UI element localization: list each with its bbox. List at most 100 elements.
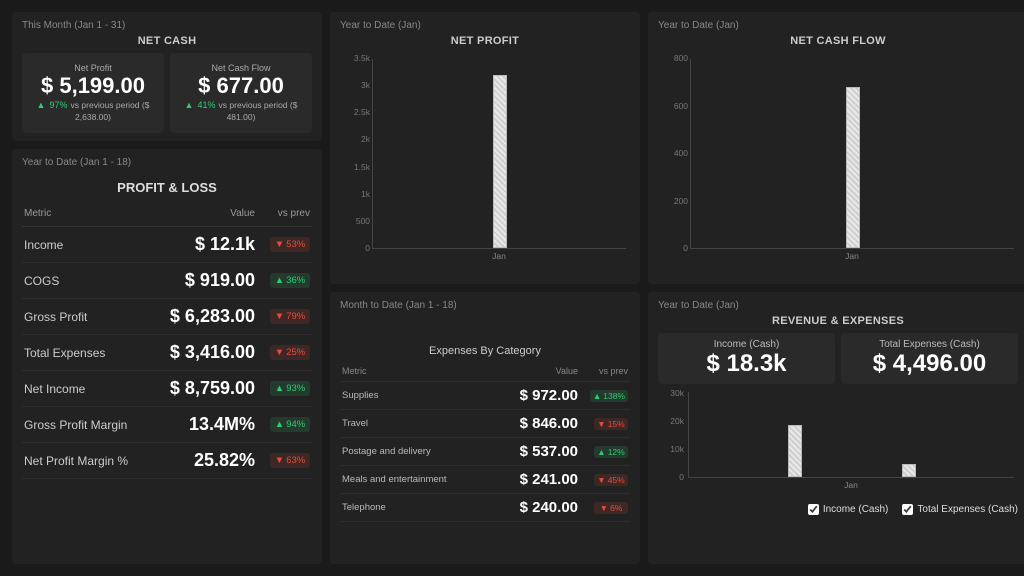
exp-value: $ 240.00 xyxy=(488,499,578,516)
y-tick-label: 0 xyxy=(658,472,684,482)
revexp-title: REVENUE & EXPENSES xyxy=(658,315,1018,327)
legend-expenses[interactable]: Total Expenses (Cash) xyxy=(902,504,1018,515)
pl-period: Year to Date (Jan 1 - 18) xyxy=(22,157,312,168)
expenses-panel: Month to Date (Jan 1 - 18) Expenses By C… xyxy=(330,292,640,564)
y-tick-label: 800 xyxy=(658,53,688,63)
y-tick-label: 3k xyxy=(340,80,370,90)
pl-value: $ 3,416.00 xyxy=(145,342,255,363)
net-cash-period: This Month (Jan 1 - 31) xyxy=(22,20,312,31)
y-tick-label: 2k xyxy=(340,134,370,144)
card-value: $ 18.3k xyxy=(662,350,831,378)
exp-value: $ 972.00 xyxy=(488,387,578,404)
net-cash-title: NET CASH xyxy=(22,35,312,47)
kpi-delta: 97% xyxy=(37,100,68,110)
expenses-title: Expenses By Category xyxy=(340,345,630,357)
exp-header-delta: vs prev xyxy=(578,366,628,376)
table-row: Income $ 12.1k 53% xyxy=(22,227,312,263)
table-row: Gross Profit Margin 13.4M% 94% xyxy=(22,407,312,443)
exp-header-value: Value xyxy=(488,366,578,376)
y-tick-label: 20k xyxy=(658,416,684,426)
pl-delta-badge: 79% xyxy=(270,309,310,324)
pl-value: 13.4M% xyxy=(145,414,255,435)
exp-metric: Meals and entertainment xyxy=(342,474,488,485)
pl-title: PROFIT & LOSS xyxy=(22,180,312,195)
pl-delta-badge: 94% xyxy=(270,417,310,432)
kpi-label: Net Cash Flow xyxy=(176,63,306,73)
table-row: Supplies $ 972.00 138% xyxy=(340,382,630,410)
pl-header-metric: Metric xyxy=(24,208,145,219)
exp-delta-badge: 6% xyxy=(594,502,628,514)
kpi-label: Net Profit xyxy=(28,63,158,73)
exp-metric: Travel xyxy=(342,418,488,429)
exp-delta-badge: 15% xyxy=(594,418,628,430)
y-tick-label: 1k xyxy=(340,189,370,199)
net-cash-flow-chart: 8006004002000 Jan xyxy=(658,53,1018,273)
pl-metric: Net Income xyxy=(24,382,145,396)
card-label: Total Expenses (Cash) xyxy=(845,339,1014,350)
legend-income[interactable]: Income (Cash) xyxy=(808,504,889,515)
net-cash-flow-chart-panel: Year to Date (Jan) NET CASH FLOW 8006004… xyxy=(648,12,1024,284)
net-profit-chart-panel: Year to Date (Jan) NET PROFIT 3.5k3k2.5k… xyxy=(330,12,640,284)
pl-metric: Income xyxy=(24,238,145,252)
expenses-header-row: Metric Value vs prev xyxy=(340,361,630,382)
exp-metric: Telephone xyxy=(342,502,488,513)
revexp-period: Year to Date (Jan) xyxy=(658,300,1018,311)
exp-value: $ 241.00 xyxy=(488,471,578,488)
pl-value: $ 6,283.00 xyxy=(145,306,255,327)
table-row: Travel $ 846.00 15% xyxy=(340,410,630,438)
table-row: Gross Profit $ 6,283.00 79% xyxy=(22,299,312,335)
y-tick-label: 600 xyxy=(658,101,688,111)
table-row: Total Expenses $ 3,416.00 25% xyxy=(22,335,312,371)
pl-delta-badge: 53% xyxy=(270,237,310,252)
pl-value: $ 919.00 xyxy=(145,270,255,291)
table-row: Telephone $ 240.00 6% xyxy=(340,494,630,522)
pl-metric: COGS xyxy=(24,274,145,288)
chart-bar xyxy=(788,425,802,477)
kpi-value: $ 677.00 xyxy=(176,75,306,97)
exp-delta-badge: 12% xyxy=(594,446,628,458)
chart-title: NET CASH FLOW xyxy=(658,35,1018,47)
table-row: Net Income $ 8,759.00 93% xyxy=(22,371,312,407)
y-tick-label: 3.5k xyxy=(340,53,370,63)
kpi-value: $ 5,199.00 xyxy=(28,75,158,97)
y-tick-label: 0 xyxy=(340,243,370,253)
pl-value: $ 12.1k xyxy=(145,234,255,255)
exp-delta-badge: 138% xyxy=(590,390,628,402)
net-profit-chart: 3.5k3k2.5k2k1.5k1k5000 Jan xyxy=(340,53,630,273)
exp-metric: Postage and delivery xyxy=(342,446,488,457)
table-row: Postage and delivery $ 537.00 12% xyxy=(340,438,630,466)
pl-header-row: Metric Value vs prev xyxy=(22,201,312,227)
exp-metric: Supplies xyxy=(342,390,488,401)
kpi-delta: 41% xyxy=(185,100,216,110)
legend-checkbox-expenses[interactable] xyxy=(902,504,913,515)
pl-delta-badge: 36% xyxy=(270,273,310,288)
y-tick-label: 400 xyxy=(658,148,688,158)
pl-metric: Gross Profit xyxy=(24,310,145,324)
pl-value: 25.82% xyxy=(145,450,255,471)
table-row: Meals and entertainment $ 241.00 45% xyxy=(340,466,630,494)
exp-delta-badge: 45% xyxy=(594,474,628,486)
chart-title: NET PROFIT xyxy=(340,35,630,47)
pl-metric: Net Profit Margin % xyxy=(24,454,145,468)
exp-header-metric: Metric xyxy=(342,366,488,376)
expenses-period: Month to Date (Jan 1 - 18) xyxy=(340,300,630,311)
profit-loss-panel: Year to Date (Jan 1 - 18) PROFIT & LOSS … xyxy=(12,149,322,564)
table-row: COGS $ 919.00 36% xyxy=(22,263,312,299)
net-cash-panel: This Month (Jan 1 - 31) NET CASH Net Pro… xyxy=(12,12,322,141)
pl-metric: Gross Profit Margin xyxy=(24,418,145,432)
y-tick-label: 0 xyxy=(658,243,688,253)
pl-value: $ 8,759.00 xyxy=(145,378,255,399)
kpi-net-cash-flow: Net Cash Flow $ 677.00 41% vs previous p… xyxy=(170,53,312,133)
chart-bar xyxy=(846,87,860,248)
pl-delta-badge: 25% xyxy=(270,345,310,360)
y-tick-label: 10k xyxy=(658,444,684,454)
legend-checkbox-income[interactable] xyxy=(808,504,819,515)
y-tick-label: 2.5k xyxy=(340,107,370,117)
kpi-sub: vs previous period ($ 2,638.00) xyxy=(71,100,150,122)
chart-bar xyxy=(902,464,916,477)
income-card: Income (Cash) $ 18.3k xyxy=(658,333,835,384)
card-label: Income (Cash) xyxy=(662,339,831,350)
pl-delta-badge: 63% xyxy=(270,453,310,468)
pl-header-delta: vs prev xyxy=(255,208,310,219)
expenses-card: Total Expenses (Cash) $ 4,496.00 xyxy=(841,333,1018,384)
